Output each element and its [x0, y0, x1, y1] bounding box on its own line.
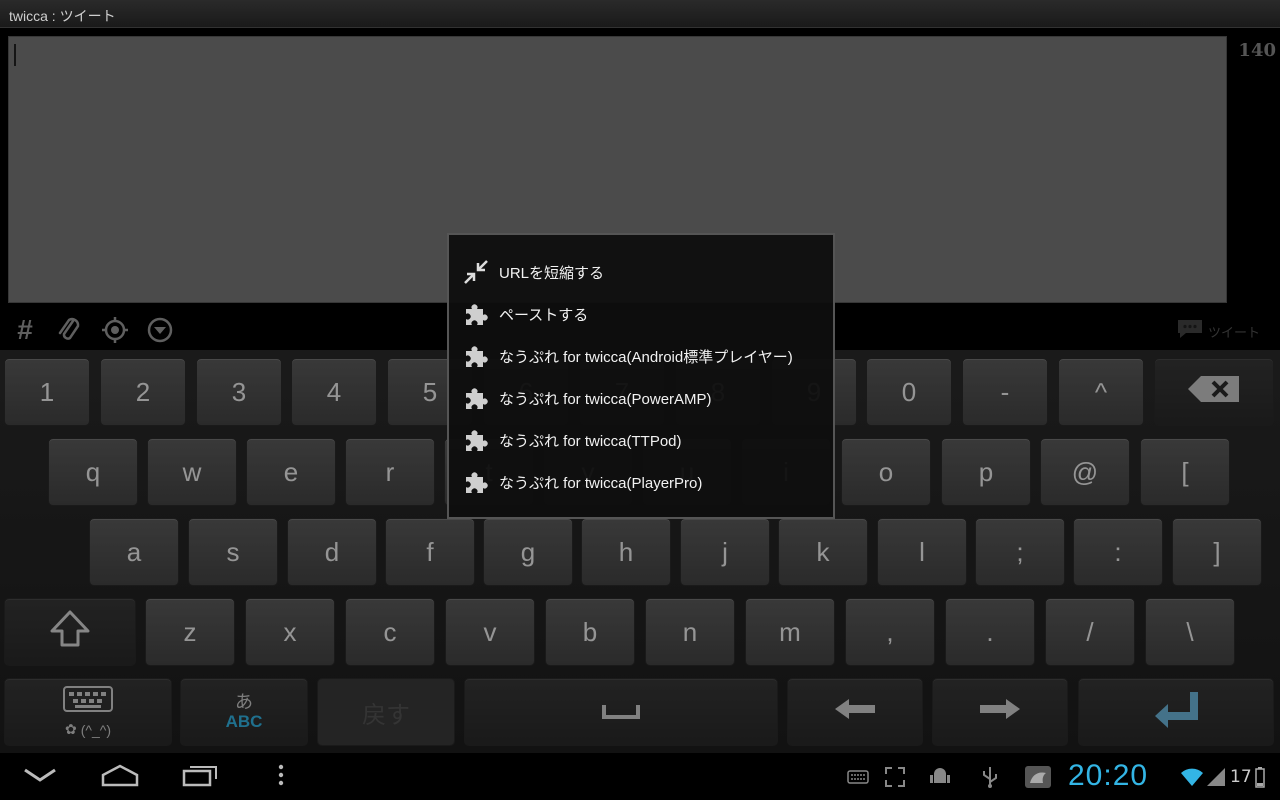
hide-keyboard-button[interactable] — [10, 753, 70, 800]
overflow-menu-button[interactable] — [251, 753, 311, 800]
shrink-icon — [463, 259, 489, 285]
menu-item-label: なうぷれ for twicca(PowerAMP) — [499, 390, 712, 408]
menu-item-nowplaying-ttpod[interactable]: なうぷれ for twicca(TTPod) — [449, 419, 833, 461]
puzzle-icon — [463, 301, 489, 327]
home-button[interactable] — [90, 753, 150, 800]
wifi-icon — [1180, 765, 1204, 789]
menu-item-nowplaying-playerpro[interactable]: なうぷれ for twicca(PlayerPro) — [449, 461, 833, 503]
keyboard-status-icon — [846, 765, 870, 789]
app-notification-icon — [1024, 765, 1052, 789]
puzzle-icon — [463, 343, 489, 369]
menu-item-label: ペーストする — [499, 306, 589, 324]
overflow-dots-icon — [277, 764, 285, 790]
menu-item-nowplaying-poweramp[interactable]: なうぷれ for twicca(PowerAMP) — [449, 377, 833, 419]
battery-icon — [1254, 765, 1266, 789]
recent-apps-button[interactable] — [170, 753, 230, 800]
window-title: twicca : ツイート — [9, 8, 116, 24]
recent-apps-icon — [181, 763, 219, 791]
menu-item-shorten-url[interactable]: URLを短縮する — [449, 251, 833, 293]
signal-icon — [1204, 765, 1228, 789]
menu-item-paste[interactable]: ペーストする — [449, 293, 833, 335]
menu-item-label: なうぷれ for twicca(PlayerPro) — [499, 474, 703, 492]
context-menu: URLを短縮する ペーストする なうぷれ for twicca(Android標… — [447, 233, 835, 519]
usb-icon — [978, 765, 1002, 789]
android-debug-icon — [928, 765, 952, 789]
fullscreen-icon — [883, 765, 907, 789]
home-icon — [100, 763, 140, 791]
menu-item-label: なうぷれ for twicca(Android標準プレイヤー) — [499, 348, 793, 366]
status-clock: 20:20 — [1068, 759, 1149, 792]
battery-level: 17 — [1230, 767, 1252, 787]
puzzle-icon — [463, 427, 489, 453]
menu-item-label: URLを短縮する — [499, 264, 605, 282]
chevron-down-icon — [23, 767, 57, 787]
puzzle-icon — [463, 469, 489, 495]
title-bar: twicca : ツイート — [0, 0, 1280, 28]
menu-item-label: なうぷれ for twicca(TTPod) — [499, 432, 682, 450]
system-bar: 20:20 17 — [0, 753, 1280, 800]
menu-item-nowplaying-android[interactable]: なうぷれ for twicca(Android標準プレイヤー) — [449, 335, 833, 377]
puzzle-icon — [463, 385, 489, 411]
